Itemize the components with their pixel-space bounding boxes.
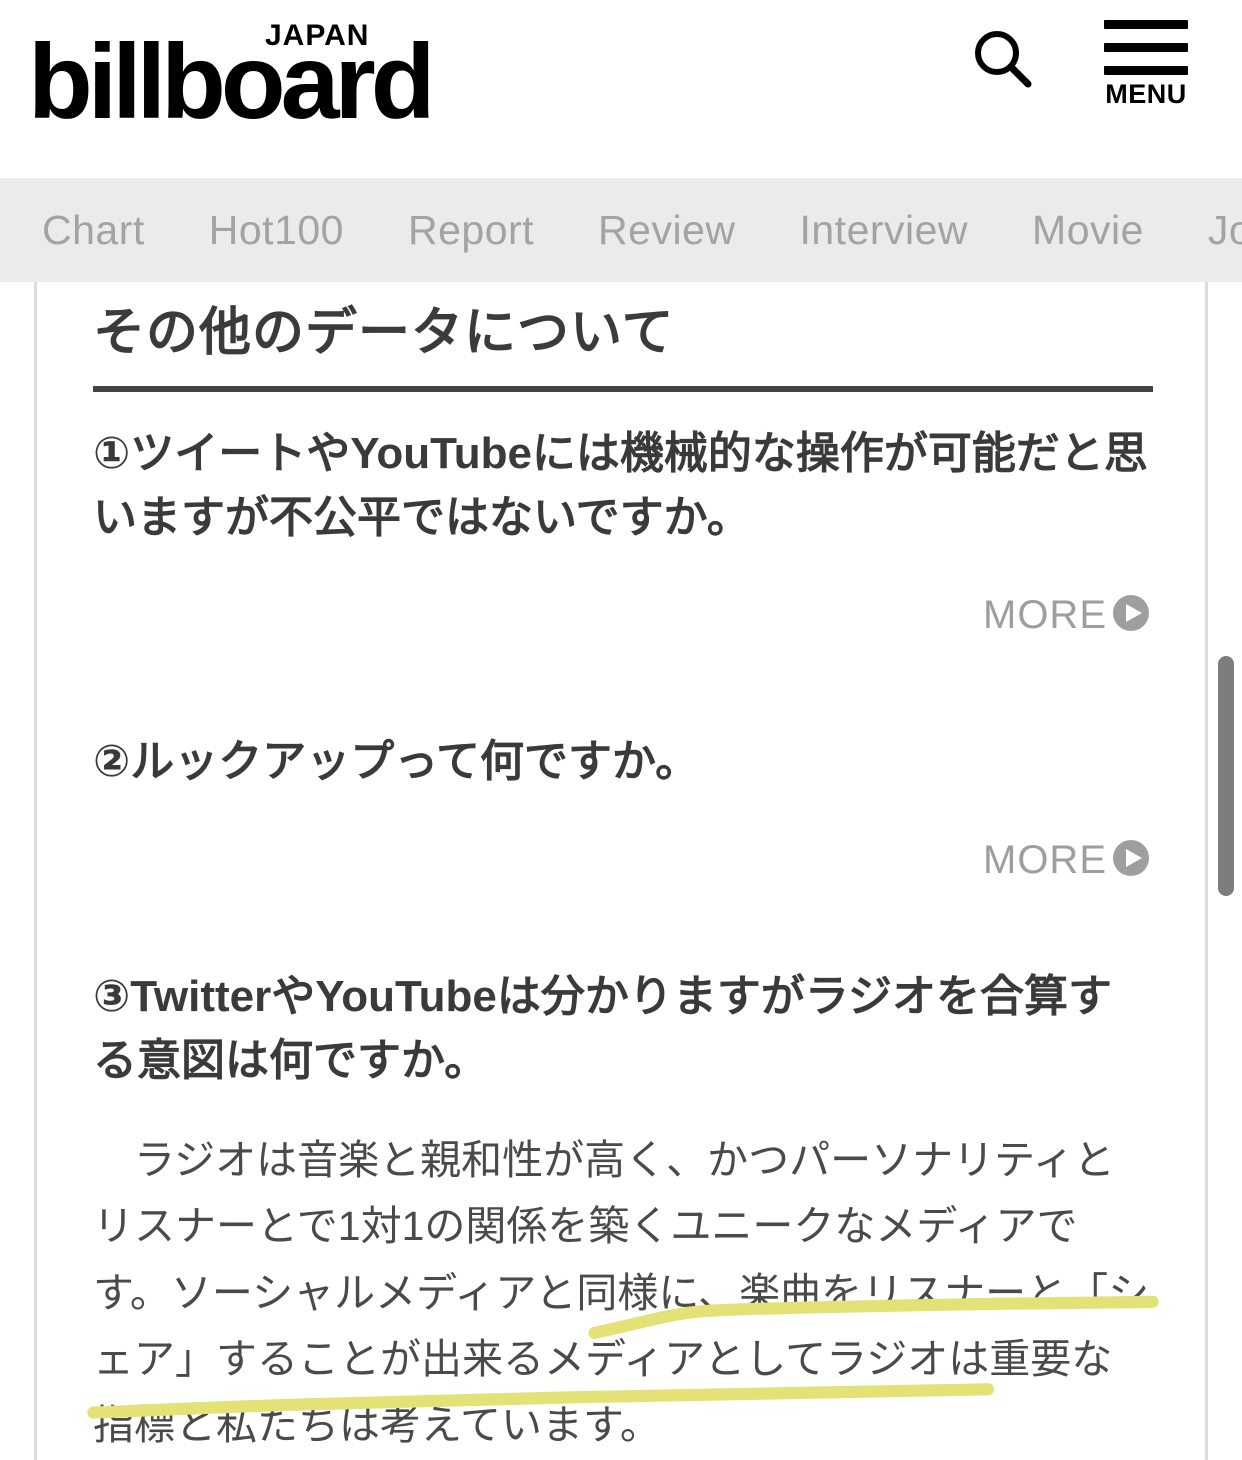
more-button-1[interactable]: MORE	[983, 591, 1153, 638]
nav-item-chart[interactable]: Chart	[36, 209, 177, 251]
title-underline-rule	[93, 385, 1153, 392]
svg-text:billboard: billboard	[28, 23, 431, 128]
play-circle-icon	[1109, 836, 1153, 883]
question-3: ③TwitterやYouTubeは分かりますがラジオを合算する意図は何ですか。	[93, 972, 1113, 1085]
nav-item-jo[interactable]: Jo	[1176, 209, 1242, 251]
nav-items: Chart Hot100 Report Review Interview Mov…	[0, 209, 1242, 251]
hamburger-menu-icon	[1104, 20, 1188, 79]
header-actions: MENU	[968, 20, 1194, 108]
site-header: JAPAN billboard MENU	[0, 0, 1242, 178]
answer-3: ラジオは音楽と親和性が高く、かつパーソナリティとリスナーとで1対1の関係を築くユ…	[93, 1136, 1150, 1449]
nav-item-review[interactable]: Review	[566, 209, 767, 251]
qa-block-3: ③TwitterやYouTubeは分かりますがラジオを合算する意図は何ですか。 …	[87, 965, 1159, 1460]
billboard-japan-logo[interactable]: JAPAN billboard	[28, 18, 488, 128]
page-title: その他のデータについて	[93, 304, 675, 362]
search-icon	[970, 26, 1036, 92]
vertical-scrollbar[interactable]	[1218, 284, 1236, 1456]
play-circle-icon	[1109, 591, 1153, 638]
menu-button[interactable]: MENU	[1098, 20, 1194, 108]
scrollbar-thumb[interactable]	[1218, 656, 1234, 896]
qa-block-2: ②ルックアップって何ですか。 MORE	[93, 730, 1153, 883]
primary-nav[interactable]: Chart Hot100 Report Review Interview Mov…	[0, 178, 1242, 282]
more-row-1: MORE	[93, 591, 1153, 638]
search-button[interactable]	[968, 20, 1038, 98]
content-inner: その他のデータについて ①ツイートやYouTubeには機械的な操作が可能だと思い…	[37, 304, 1205, 1460]
nav-item-interview[interactable]: Interview	[767, 209, 1000, 251]
qa-block-1: ①ツイートやYouTubeには機械的な操作が可能だと思いますが不公平ではないです…	[93, 422, 1153, 639]
menu-button-label: MENU	[1105, 79, 1187, 109]
nav-item-hot100[interactable]: Hot100	[177, 209, 376, 251]
more-row-2: MORE	[93, 836, 1153, 883]
more-button-2[interactable]: MORE	[983, 836, 1153, 883]
question-1: ①ツイートやYouTubeには機械的な操作が可能だと思いますが不公平ではないです…	[93, 428, 1148, 542]
question-2: ②ルックアップって何ですか。	[93, 737, 700, 787]
page-root: JAPAN billboard MENU Chart Hot100 Report…	[0, 0, 1242, 1460]
more-button-label: MORE	[983, 837, 1107, 882]
content-panel: その他のデータについて ①ツイートやYouTubeには機械的な操作が可能だと思い…	[34, 282, 1208, 1460]
nav-item-movie[interactable]: Movie	[1000, 209, 1176, 251]
more-button-label: MORE	[983, 592, 1107, 637]
nav-item-report[interactable]: Report	[376, 209, 566, 251]
